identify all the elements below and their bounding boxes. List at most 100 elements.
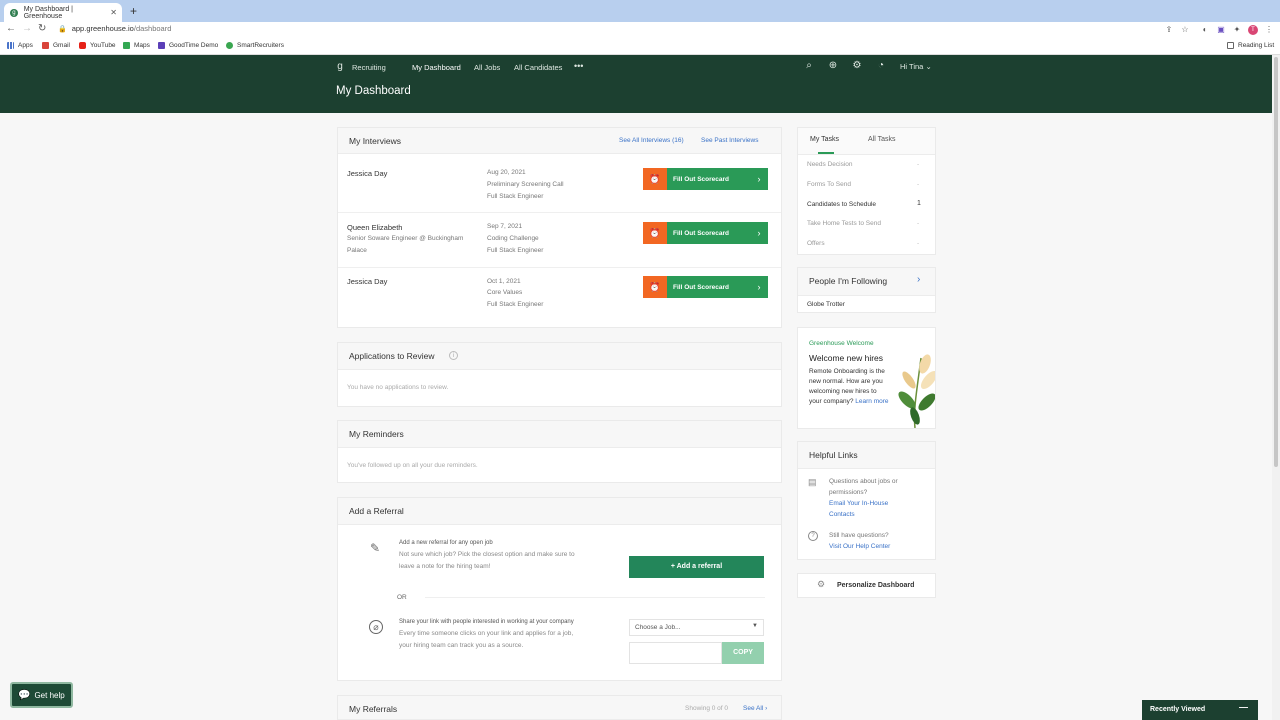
task-offers[interactable]: Offers: [807, 240, 825, 247]
candidate-name[interactable]: Queen Elizabeth: [347, 223, 402, 232]
user-menu[interactable]: Hi Tina ⌄: [900, 62, 932, 71]
share-help-cont: your hiring team can track you as a sour…: [399, 642, 524, 649]
fill-out-scorecard-button[interactable]: ⏰ Fill Out Scorecard ›: [643, 222, 768, 244]
reading-list-label: Reading List: [1238, 42, 1275, 49]
welcome-body: new normal. How are you: [809, 378, 883, 385]
task-take-home-tests[interactable]: Take Home Tests to Send: [807, 220, 881, 227]
my-referrals-title: My Referrals: [349, 704, 398, 714]
nav-all-candidates[interactable]: All Candidates: [514, 63, 562, 72]
info-icon[interactable]: i: [449, 351, 458, 360]
button-label: Fill Out Scorecard: [673, 229, 729, 237]
bookmark-goodtime[interactable]: GoodTime Demo: [158, 42, 218, 49]
share-icon[interactable]: ⇪: [1164, 25, 1174, 35]
candidate-name[interactable]: Jessica Day: [347, 169, 387, 178]
gear-icon[interactable]: ⚙: [851, 60, 863, 72]
task-forms-to-send[interactable]: Forms To Send: [807, 181, 851, 188]
tab-my-tasks[interactable]: My Tasks: [810, 136, 839, 143]
chevron-right-icon: ›: [757, 282, 761, 292]
recently-viewed-panel[interactable]: Recently Viewed —: [1142, 700, 1258, 720]
bookmark-star-icon[interactable]: ☆: [1180, 25, 1190, 35]
candidate-name[interactable]: Jessica Day: [347, 277, 387, 286]
reload-icon[interactable]: ↻: [38, 23, 46, 34]
puzzle-icon[interactable]: ✦: [1232, 25, 1242, 35]
task-candidates-to-schedule[interactable]: Candidates to Schedule: [807, 201, 876, 208]
browser-menu-icon[interactable]: ⋮: [1264, 25, 1274, 35]
referral-heading: Add a new referral for any open job: [399, 540, 493, 546]
youtube-icon: [79, 42, 86, 49]
bookmark-smartrecruiters[interactable]: SmartRecruiters: [226, 42, 284, 49]
see-all-referrals-link[interactable]: See All ›: [743, 705, 767, 712]
interview-job: Full Stack Engineer: [487, 301, 544, 308]
referral-help-cont: leave a note for the hiring team!: [399, 563, 491, 570]
back-icon[interactable]: ←: [6, 23, 16, 34]
candidate-title: Senior Soware Engineer @ Buckingham: [347, 235, 464, 242]
interview-stage: Coding Challenge: [487, 235, 539, 242]
fill-out-scorecard-button[interactable]: ⏰ Fill Out Scorecard ›: [643, 168, 768, 190]
plant-illustration-icon: [898, 354, 935, 428]
task-count: -: [917, 220, 920, 227]
bookmark-apps[interactable]: Apps: [7, 42, 33, 49]
more-menu-icon[interactable]: •••: [574, 61, 583, 71]
add-referral-button[interactable]: + Add a referral: [629, 556, 764, 578]
fill-out-scorecard-button[interactable]: ⏰ Fill Out Scorecard ›: [643, 276, 768, 298]
greenhouse-logo-icon: g: [337, 61, 343, 72]
bookmark-label: YouTube: [90, 42, 116, 49]
bookmark-label: Maps: [134, 42, 150, 49]
extension-c-icon[interactable]: ▣: [1216, 25, 1226, 35]
bookmark-youtube[interactable]: YouTube: [79, 42, 116, 49]
minimize-icon[interactable]: —: [1239, 702, 1248, 712]
reminders-title: My Reminders: [349, 429, 404, 439]
brand-label: Recruiting: [352, 63, 386, 72]
welcome-body-last: your company? Learn more: [809, 398, 889, 405]
interviews-title: My Interviews: [349, 136, 401, 146]
profile-avatar[interactable]: T: [1248, 25, 1258, 35]
contacts-icon: ▤: [808, 477, 817, 487]
referral-title: Add a Referral: [349, 506, 404, 516]
nav-my-dashboard[interactable]: My Dashboard: [412, 63, 461, 72]
notifications-icon[interactable]: ◔: [875, 60, 887, 72]
close-tab-icon[interactable]: ✕: [110, 8, 117, 17]
email-contacts-link[interactable]: Email Your In-House: [829, 500, 888, 507]
search-icon[interactable]: ⌕: [803, 60, 815, 72]
reading-list[interactable]: Reading List: [1227, 42, 1274, 49]
following-title: People I'm Following: [809, 276, 888, 286]
extension-icon[interactable]: ◐: [1200, 25, 1210, 35]
helpful-links-title: Helpful Links: [809, 450, 858, 460]
copy-button[interactable]: COPY: [722, 642, 764, 664]
get-help-button[interactable]: 💬 Get help: [10, 682, 73, 708]
help-center-link[interactable]: Visit Our Help Center: [829, 543, 890, 550]
task-needs-decision[interactable]: Needs Decision: [807, 161, 853, 168]
applications-title: Applications to Review: [349, 351, 435, 361]
bookmark-label: GoodTime Demo: [169, 42, 219, 49]
interview-date: Oct 1, 2021: [487, 278, 521, 285]
interview-date: Sep 7, 2021: [487, 223, 523, 230]
welcome-body: Remote Onboarding is the: [809, 368, 885, 375]
url-field[interactable]: 🔒 app.greenhouse.io/dashboard: [58, 24, 171, 33]
chevron-right-icon[interactable]: ›: [917, 274, 920, 285]
nav-all-jobs[interactable]: All Jobs: [474, 63, 500, 72]
see-all-interviews-link[interactable]: See All Interviews (16): [619, 137, 684, 144]
referral-link-input[interactable]: [629, 642, 722, 664]
new-tab-icon[interactable]: +: [130, 4, 137, 18]
url-path: /dashboard: [133, 24, 172, 33]
caret-down-icon: ▼: [752, 623, 758, 629]
user-greeting: Hi Tina: [900, 62, 924, 71]
chevron-right-icon: ›: [757, 174, 761, 184]
bookmark-maps[interactable]: Maps: [123, 42, 150, 49]
browser-tab[interactable]: g My Dashboard | Greenhouse ✕: [4, 3, 122, 22]
email-contacts-link-cont[interactable]: Contacts: [829, 511, 855, 518]
tab-all-tasks[interactable]: All Tasks: [868, 136, 896, 143]
learn-more-link[interactable]: Learn more: [855, 398, 888, 405]
or-separator: OR: [397, 594, 407, 601]
lock-icon: 🔒: [58, 26, 67, 33]
bookmark-gmail[interactable]: Gmail: [42, 42, 70, 49]
reminders-empty: You've followed up on all your due remin…: [347, 462, 478, 469]
choose-job-select[interactable]: Choose a Job... ▼: [629, 619, 764, 636]
add-circle-icon[interactable]: ⊕: [827, 60, 839, 72]
scrollbar-thumb[interactable]: [1274, 57, 1278, 467]
following-item[interactable]: Globe Trotter: [807, 301, 845, 308]
forward-icon[interactable]: →: [22, 23, 32, 34]
interview-stage: Preliminary Screening Call: [487, 181, 564, 188]
maps-icon: [123, 42, 130, 49]
see-past-interviews-link[interactable]: See Past Interviews: [701, 137, 758, 144]
